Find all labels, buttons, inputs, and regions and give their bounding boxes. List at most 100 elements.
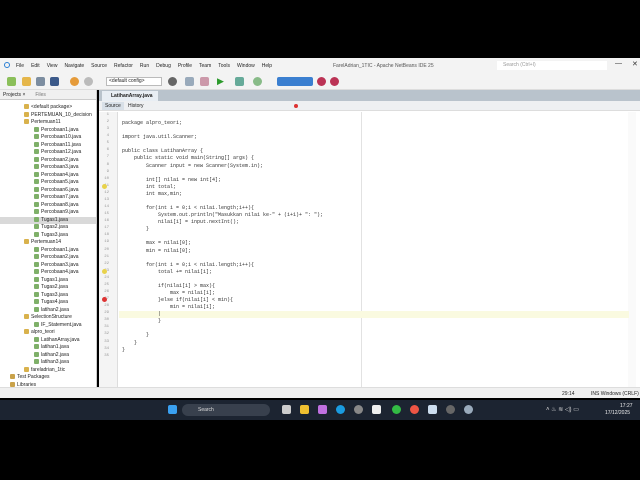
tree-item[interactable]: latihan3.java	[0, 359, 96, 367]
tree-item[interactable]: Tugas3.java	[0, 232, 96, 240]
menu-refactor[interactable]: Refactor	[114, 63, 133, 69]
chrome2-icon[interactable]	[410, 405, 419, 414]
globe-icon[interactable]	[168, 77, 177, 86]
netbeans-taskbar-icon[interactable]	[428, 405, 437, 414]
copilot-icon[interactable]	[318, 405, 327, 414]
memory-graph[interactable]	[277, 77, 313, 86]
tree-item[interactable]: <default package>	[0, 104, 96, 112]
tree-item[interactable]: Percobaan2.java	[0, 254, 96, 262]
file-explorer-icon[interactable]	[300, 405, 309, 414]
tree-item[interactable]: Percobaan3.java	[0, 164, 96, 172]
search-label: Search	[198, 407, 214, 413]
windows-start-icon[interactable]	[168, 405, 177, 414]
tree-item[interactable]: Percobaan4.java	[0, 269, 96, 277]
menu-help[interactable]: Help	[262, 63, 272, 69]
menu-window[interactable]: Window	[237, 63, 255, 69]
app-icon[interactable]	[354, 405, 363, 414]
app2-icon[interactable]	[446, 405, 455, 414]
tree-item[interactable]: fareladrian_1tic	[0, 367, 96, 375]
tree-item-label: Percobaan3.java	[41, 261, 79, 268]
menu-file[interactable]: File	[16, 63, 24, 69]
tab-history[interactable]: History	[125, 102, 147, 110]
tree-item[interactable]: Percobaan10.java	[0, 134, 96, 142]
task-view-icon[interactable]	[282, 405, 291, 414]
line-number: 3	[106, 127, 109, 132]
tab-files[interactable]: Files	[35, 90, 46, 99]
undo-icon[interactable]	[70, 77, 79, 86]
tree-item[interactable]: Tugas3.java	[0, 292, 96, 300]
tree-item-label: Pertemuan11	[31, 119, 61, 125]
tab-projects[interactable]: Projects ×	[3, 90, 25, 99]
hint-bulb-icon[interactable]	[102, 268, 107, 274]
tree-item[interactable]: Percobaan12.java	[0, 149, 96, 157]
chrome-icon[interactable]	[392, 405, 401, 414]
line-number: 15	[104, 212, 109, 217]
tree-item[interactable]: latihan2.java	[0, 307, 96, 315]
tree-item[interactable]: Percobaan9.java	[0, 209, 96, 217]
profile-icon[interactable]	[253, 77, 262, 86]
menu-navigate[interactable]: Navigate	[64, 63, 84, 69]
tree-item[interactable]: Test Packages	[0, 374, 96, 382]
tree-item[interactable]: Percobaan6.java	[0, 187, 96, 195]
tree-item[interactable]: latihan1.java	[0, 344, 96, 352]
open-project-icon[interactable]	[36, 77, 45, 86]
record-macro-icon[interactable]	[294, 104, 298, 108]
tree-item[interactable]: SelectionStructure	[0, 314, 96, 322]
tree-item[interactable]: Tugas2.java	[0, 224, 96, 232]
tree-item[interactable]: Percobaan1.java	[0, 127, 96, 135]
menu-team[interactable]: Team	[199, 63, 211, 69]
java-file-icon	[34, 359, 39, 365]
close-button[interactable]: ✕	[632, 60, 638, 68]
edge-icon[interactable]	[336, 405, 345, 414]
menu-debug[interactable]: Debug	[156, 63, 171, 69]
menu-edit[interactable]: Edit	[31, 63, 40, 69]
tree-item[interactable]: Pertemuan11	[0, 119, 96, 127]
tree-item[interactable]: Tugas4.java	[0, 299, 96, 307]
tree-item[interactable]: alpro_teori	[0, 329, 96, 337]
menu-profile[interactable]: Profile	[178, 63, 192, 69]
gc2-icon[interactable]	[330, 77, 339, 86]
tray-icons[interactable]: ˄ ♨ ≋ ◁) ▭	[546, 406, 579, 413]
new-project-icon[interactable]	[22, 77, 31, 86]
gc-icon[interactable]	[317, 77, 326, 86]
tree-item[interactable]: Tugas2.java	[0, 284, 96, 292]
tree-item[interactable]: Percobaan2.java	[0, 157, 96, 165]
tree-item[interactable]: LatihanArray.java	[0, 337, 96, 345]
tree-item[interactable]: Percobaan7.java	[0, 194, 96, 202]
tree-item[interactable]: Percobaan5.java	[0, 179, 96, 187]
tree-item[interactable]: Tugas1.java	[0, 277, 96, 285]
debug-icon[interactable]	[235, 77, 244, 86]
save-all-icon[interactable]	[50, 77, 59, 86]
tree-item-label: fareladrian_1tic	[31, 366, 66, 373]
menu-view[interactable]: View	[47, 63, 58, 69]
tree-item[interactable]: IF_Statement.java	[0, 322, 96, 330]
tree-item[interactable]: Tugas1.java	[0, 216, 96, 224]
tree-item[interactable]: Percobaan8.java	[0, 202, 96, 210]
menu-tools[interactable]: Tools	[218, 63, 230, 69]
redo-icon[interactable]	[84, 77, 93, 86]
hint-bulb-icon[interactable]	[102, 183, 107, 189]
tree-item[interactable]: Percobaan11.java	[0, 142, 96, 150]
new-file-icon[interactable]	[7, 77, 16, 86]
store-icon[interactable]	[372, 405, 381, 414]
tree-item[interactable]: PERTEMUAN_10_decision	[0, 112, 96, 120]
settings-icon[interactable]	[464, 405, 473, 414]
taskbar-search[interactable]: Search	[182, 404, 270, 416]
tree-item[interactable]: Pertemuan14	[0, 239, 96, 247]
tree-item[interactable]: latihan2.java	[0, 352, 96, 360]
tab-latihanarray[interactable]: LatihanArray.java	[102, 91, 158, 101]
build-icon[interactable]	[185, 77, 194, 86]
run-icon[interactable]: ▶	[217, 76, 224, 87]
tree-item[interactable]: Percobaan4.java	[0, 172, 96, 180]
tree-item[interactable]: Percobaan1.java	[0, 247, 96, 255]
error-icon[interactable]	[102, 297, 107, 303]
tab-source[interactable]: Source	[102, 102, 124, 110]
menu-run[interactable]: Run	[140, 63, 149, 69]
clean-build-icon[interactable]	[200, 77, 209, 86]
menu-source[interactable]: Source	[91, 63, 107, 69]
config-select[interactable]: <default config>	[106, 77, 162, 86]
search-input[interactable]: Search (Ctrl+I)	[497, 61, 607, 70]
tree-item[interactable]: Percobaan3.java	[0, 262, 96, 270]
vertical-scrollbar[interactable]	[628, 112, 636, 387]
minimize-button[interactable]: —	[615, 60, 622, 67]
